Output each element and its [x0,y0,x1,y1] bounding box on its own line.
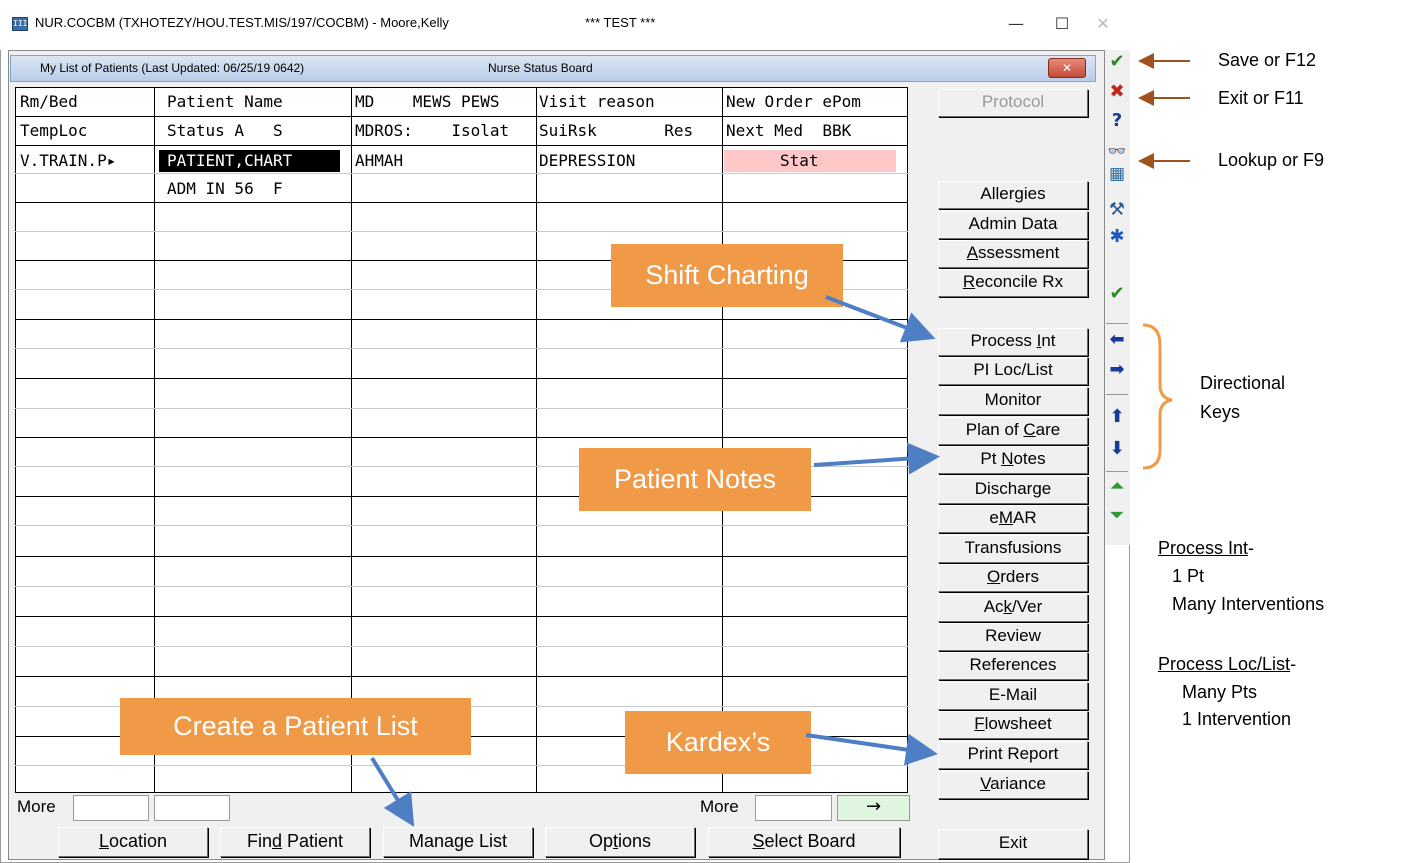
patient-notes-callout: Patient Notes [579,448,811,511]
process-loc-line-2: 1 Intervention [1182,709,1292,729]
discharge-button[interactable]: Discharge [938,476,1088,504]
email-button[interactable]: E-Mail [938,682,1088,710]
header-mdros: MDROS: Isolat [355,121,510,140]
create-list-callout: Create a Patient List [120,698,471,755]
save-note: Save or F12 [1218,50,1317,70]
kardex-callout: Kardex’s [625,711,811,774]
find-patient-button[interactable]: Find Patient [220,827,370,857]
patient-list-title: My List of Patients (Last Updated: 06/25… [40,61,305,75]
process-int-line-1: 1 Pt [1172,566,1205,586]
window-title: NUR.COCBM (TXHOTEZY/HOU.TEST.MIS/197/COC… [35,15,449,30]
emar-button[interactable]: eMAR [938,505,1088,533]
page-down-icon[interactable]: ⏷ [1106,503,1128,527]
maximize-button[interactable]: ☐ [1039,8,1085,40]
more-label-right: More [700,797,739,816]
location-button[interactable]: Location [58,827,208,857]
select-board-button[interactable]: Select Board [708,827,900,857]
review-button[interactable]: Review [938,623,1088,651]
row-md[interactable]: AHMAH [355,150,403,172]
variance-button[interactable]: Variance [938,771,1088,799]
patient-grid [15,87,908,793]
row-visit-reason[interactable]: DEPRESSION [539,150,635,172]
options-button[interactable]: Options [545,827,695,857]
calendar-icon[interactable]: ▦ [1106,162,1128,186]
process-loc-title: Process Loc/List- [1158,654,1297,674]
exit-note: Exit or F11 [1218,88,1304,108]
arrow-up-icon[interactable]: ⬆ [1106,405,1128,429]
plan-of-care-button[interactable]: Plan of Care [938,417,1088,445]
arrow-down-icon[interactable]: ⬇ [1106,437,1128,461]
app-icon: III [12,17,28,31]
help-icon[interactable]: ? [1106,109,1128,133]
more-input-2[interactable] [154,795,230,821]
row-order-status[interactable]: Stat [780,150,819,172]
process-loc-line-1: Many Pts [1182,682,1258,702]
more-input-1[interactable] [73,795,149,821]
exit-button[interactable]: Exit [938,829,1088,859]
check-icon[interactable]: ✔ [1106,50,1128,74]
references-button[interactable]: References [938,652,1088,680]
pi-loc-list-button[interactable]: PI Loc/List [938,357,1088,385]
admin-data-button[interactable]: Admin Data [938,211,1088,239]
header-patient-name: Patient Name [167,92,283,111]
directional-note-1: Directional [1200,373,1286,393]
close-button[interactable]: ✕ [1080,8,1126,40]
toolbar-separator [1106,394,1128,395]
process-int-line-2: Many Interventions [1172,594,1325,614]
process-int-button[interactable]: Process Int [938,328,1088,356]
arrow-right-icon[interactable]: ➡ [1106,358,1128,382]
header-md-mews-pews: MD MEWS PEWS [355,92,500,111]
allergies-button[interactable]: Allergies [938,181,1088,209]
more-next-button[interactable]: → [837,795,910,821]
header-next-med: Next Med BBK [726,121,852,140]
transfusions-button[interactable]: Transfusions [938,535,1088,563]
manage-list-button[interactable]: Manage List [383,827,533,857]
header-rm-bed: Rm/Bed [20,92,78,111]
tools-icon[interactable]: ⚒ [1106,198,1128,222]
page-up-icon[interactable]: ⏶ [1106,474,1128,498]
reconcile-rx-button[interactable]: Reconcile Rx [938,269,1088,297]
ack-ver-button[interactable]: Ack/Ver [938,594,1088,622]
asterisk-icon[interactable]: ✱ [1106,225,1128,249]
header-suirsk: SuiRsk Res [539,121,694,140]
header-temp-loc: TempLoc [20,121,88,140]
x-icon[interactable]: ✖ [1106,80,1128,104]
header-new-order: New Order ePom [726,92,861,111]
header-visit-reason: Visit reason [539,92,655,111]
toolbar-separator [1106,323,1128,324]
protocol-button[interactable]: Protocol [938,89,1088,117]
header-status: Status A S [167,121,283,140]
lookup-note: Lookup or F9 [1218,150,1325,170]
monitor-button[interactable]: Monitor [938,387,1088,415]
binoculars-icon[interactable]: 👓 [1106,139,1128,163]
toolbar-separator [1106,471,1128,472]
arrow-left-icon[interactable]: ⬅ [1106,328,1128,352]
test-label: *** TEST *** [585,15,656,30]
more-label-left: More [17,797,56,816]
print-report-button[interactable]: Print Report [938,741,1088,769]
process-int-title: Process Int- [1158,538,1255,558]
flowsheet-button[interactable]: Flowsheet [938,711,1088,739]
directional-note-2: Keys [1200,402,1241,422]
pt-notes-button[interactable]: Pt Notes [938,446,1088,474]
assessment-button[interactable]: Assessment [938,240,1088,268]
shift-charting-callout: Shift Charting [611,244,843,307]
minimize-button[interactable]: — [993,8,1039,40]
board-title: Nurse Status Board [488,61,593,75]
row-room[interactable]: V.TRAIN.P▸ [20,150,116,172]
more-input-3[interactable] [755,795,832,821]
orders-button[interactable]: Orders [938,564,1088,592]
check-all-icon[interactable]: ✔ [1106,282,1128,306]
form-close-button[interactable]: ✕ [1048,58,1086,78]
directional-bracket [1142,323,1173,470]
row-patient-name[interactable]: PATIENT,CHART [167,150,292,172]
row-patient-status[interactable]: ADM IN 56 F [167,178,283,200]
